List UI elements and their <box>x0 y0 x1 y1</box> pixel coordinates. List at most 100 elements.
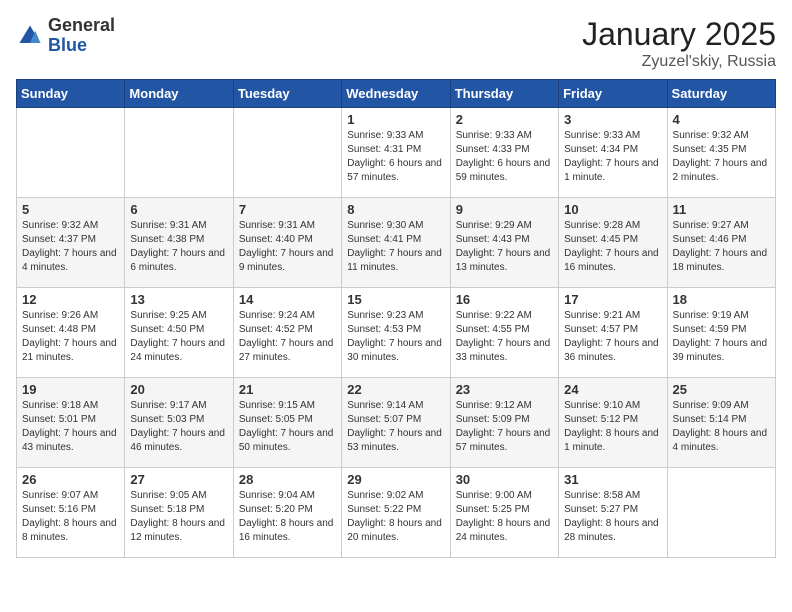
day-content: Sunrise: 9:00 AM Sunset: 5:25 PM Dayligh… <box>456 489 553 545</box>
calendar-week-row: 26Sunrise: 9:07 AM Sunset: 5:16 PM Dayli… <box>17 468 776 558</box>
day-content: Sunrise: 9:29 AM Sunset: 4:43 PM Dayligh… <box>456 219 553 275</box>
day-number: 19 <box>22 382 119 397</box>
day-number: 14 <box>239 292 336 307</box>
calendar-cell: 24 Sunrise: 9:10 AM Sunset: 5:12 PM Dayli… <box>559 378 667 468</box>
day-content: Sunrise: 9:30 AM Sunset: 4:41 PM Dayligh… <box>347 219 444 275</box>
calendar-cell: 6 Sunrise: 9:31 AM Sunset: 4:38 PM Daylig… <box>125 198 233 288</box>
day-number: 3 <box>564 112 661 127</box>
day-content: Sunrise: 9:26 AM Sunset: 4:48 PM Dayligh… <box>22 309 119 365</box>
calendar-cell: 3 Sunrise: 9:33 AM Sunset: 4:34 PM Daylig… <box>559 108 667 198</box>
day-number: 5 <box>22 202 119 217</box>
day-number: 4 <box>673 112 770 127</box>
day-number: 25 <box>673 382 770 397</box>
day-number: 26 <box>22 472 119 487</box>
day-content: Sunrise: 9:31 AM Sunset: 4:40 PM Dayligh… <box>239 219 336 275</box>
calendar-table: SundayMondayTuesdayWednesdayThursdayFrid… <box>16 79 776 558</box>
day-content: Sunrise: 8:58 AM Sunset: 5:27 PM Dayligh… <box>564 489 661 545</box>
calendar-cell <box>125 108 233 198</box>
calendar-cell: 5 Sunrise: 9:32 AM Sunset: 4:37 PM Daylig… <box>17 198 125 288</box>
calendar-cell: 22 Sunrise: 9:14 AM Sunset: 5:07 PM Dayli… <box>342 378 450 468</box>
calendar-week-row: 5 Sunrise: 9:32 AM Sunset: 4:37 PM Daylig… <box>17 198 776 288</box>
day-content: Sunrise: 9:33 AM Sunset: 4:31 PM Dayligh… <box>347 129 444 185</box>
calendar-cell: 20 Sunrise: 9:17 AM Sunset: 5:03 PM Dayli… <box>125 378 233 468</box>
day-content: Sunrise: 9:12 AM Sunset: 5:09 PM Dayligh… <box>456 399 553 455</box>
day-content: Sunrise: 9:32 AM Sunset: 4:37 PM Dayligh… <box>22 219 119 275</box>
calendar-cell: 23 Sunrise: 9:12 AM Sunset: 5:09 PM Dayli… <box>450 378 558 468</box>
day-number: 2 <box>456 112 553 127</box>
calendar-cell: 28 Sunrise: 9:04 AM Sunset: 5:20 PM Dayli… <box>233 468 341 558</box>
calendar-cell: 29 Sunrise: 9:02 AM Sunset: 5:22 PM Dayli… <box>342 468 450 558</box>
logo-blue: Blue <box>48 35 87 55</box>
calendar-cell: 15Sunrise: 9:23 AM Sunset: 4:53 PM Dayli… <box>342 288 450 378</box>
calendar-cell: 1 Sunrise: 9:33 AM Sunset: 4:31 PM Daylig… <box>342 108 450 198</box>
calendar-cell: 21 Sunrise: 9:15 AM Sunset: 5:05 PM Dayli… <box>233 378 341 468</box>
calendar-cell <box>667 468 775 558</box>
title-block: January 2025 Zyuzel'skiy, Russia <box>582 16 776 71</box>
day-content: Sunrise: 9:33 AM Sunset: 4:34 PM Dayligh… <box>564 129 661 185</box>
day-number: 20 <box>130 382 227 397</box>
calendar-body: 1 Sunrise: 9:33 AM Sunset: 4:31 PM Daylig… <box>17 108 776 558</box>
day-number: 1 <box>347 112 444 127</box>
calendar-week-row: 19 Sunrise: 9:18 AM Sunset: 5:01 PM Dayli… <box>17 378 776 468</box>
day-number: 10 <box>564 202 661 217</box>
calendar-subtitle: Zyuzel'skiy, Russia <box>582 53 776 71</box>
calendar-cell: 14Sunrise: 9:24 AM Sunset: 4:52 PM Dayli… <box>233 288 341 378</box>
day-content: Sunrise: 9:18 AM Sunset: 5:01 PM Dayligh… <box>22 399 119 455</box>
day-content: Sunrise: 9:10 AM Sunset: 5:12 PM Dayligh… <box>564 399 661 455</box>
day-number: 24 <box>564 382 661 397</box>
calendar-cell: 8 Sunrise: 9:30 AM Sunset: 4:41 PM Daylig… <box>342 198 450 288</box>
calendar-header-row: SundayMondayTuesdayWednesdayThursdayFrid… <box>17 80 776 108</box>
day-content: Sunrise: 9:17 AM Sunset: 5:03 PM Dayligh… <box>130 399 227 455</box>
day-number: 22 <box>347 382 444 397</box>
day-number: 21 <box>239 382 336 397</box>
day-content: Sunrise: 9:21 AM Sunset: 4:57 PM Dayligh… <box>564 309 661 365</box>
day-content: Sunrise: 9:32 AM Sunset: 4:35 PM Dayligh… <box>673 129 770 185</box>
calendar-header-cell: Wednesday <box>342 80 450 108</box>
logo-general: General <box>48 15 115 35</box>
calendar-cell: 9Sunrise: 9:29 AM Sunset: 4:43 PM Daylig… <box>450 198 558 288</box>
calendar-cell: 7 Sunrise: 9:31 AM Sunset: 4:40 PM Daylig… <box>233 198 341 288</box>
calendar-header-cell: Saturday <box>667 80 775 108</box>
day-content: Sunrise: 9:22 AM Sunset: 4:55 PM Dayligh… <box>456 309 553 365</box>
day-number: 8 <box>347 202 444 217</box>
day-number: 17 <box>564 292 661 307</box>
calendar-cell: 10 Sunrise: 9:28 AM Sunset: 4:45 PM Dayli… <box>559 198 667 288</box>
calendar-cell: 16Sunrise: 9:22 AM Sunset: 4:55 PM Dayli… <box>450 288 558 378</box>
calendar-title: January 2025 <box>582 16 776 53</box>
day-number: 30 <box>456 472 553 487</box>
calendar-cell: 13 Sunrise: 9:25 AM Sunset: 4:50 PM Dayli… <box>125 288 233 378</box>
day-content: Sunrise: 9:33 AM Sunset: 4:33 PM Dayligh… <box>456 129 553 185</box>
day-number: 23 <box>456 382 553 397</box>
calendar-cell: 27Sunrise: 9:05 AM Sunset: 5:18 PM Dayli… <box>125 468 233 558</box>
logo-text: General Blue <box>48 16 115 56</box>
day-number: 29 <box>347 472 444 487</box>
day-content: Sunrise: 9:31 AM Sunset: 4:38 PM Dayligh… <box>130 219 227 275</box>
calendar-cell: 25Sunrise: 9:09 AM Sunset: 5:14 PM Dayli… <box>667 378 775 468</box>
day-number: 6 <box>130 202 227 217</box>
calendar-cell: 26Sunrise: 9:07 AM Sunset: 5:16 PM Dayli… <box>17 468 125 558</box>
day-content: Sunrise: 9:15 AM Sunset: 5:05 PM Dayligh… <box>239 399 336 455</box>
calendar-cell: 19 Sunrise: 9:18 AM Sunset: 5:01 PM Dayli… <box>17 378 125 468</box>
day-content: Sunrise: 9:04 AM Sunset: 5:20 PM Dayligh… <box>239 489 336 545</box>
day-content: Sunrise: 9:27 AM Sunset: 4:46 PM Dayligh… <box>673 219 770 275</box>
day-number: 7 <box>239 202 336 217</box>
calendar-header-cell: Sunday <box>17 80 125 108</box>
day-number: 18 <box>673 292 770 307</box>
calendar-cell <box>17 108 125 198</box>
calendar-cell: 18Sunrise: 9:19 AM Sunset: 4:59 PM Dayli… <box>667 288 775 378</box>
day-content: Sunrise: 9:23 AM Sunset: 4:53 PM Dayligh… <box>347 309 444 365</box>
calendar-week-row: 1 Sunrise: 9:33 AM Sunset: 4:31 PM Daylig… <box>17 108 776 198</box>
day-content: Sunrise: 9:28 AM Sunset: 4:45 PM Dayligh… <box>564 219 661 275</box>
calendar-cell: 12 Sunrise: 9:26 AM Sunset: 4:48 PM Dayli… <box>17 288 125 378</box>
calendar-header-cell: Tuesday <box>233 80 341 108</box>
day-content: Sunrise: 9:14 AM Sunset: 5:07 PM Dayligh… <box>347 399 444 455</box>
day-content: Sunrise: 9:02 AM Sunset: 5:22 PM Dayligh… <box>347 489 444 545</box>
day-number: 28 <box>239 472 336 487</box>
day-number: 13 <box>130 292 227 307</box>
calendar-header-cell: Friday <box>559 80 667 108</box>
day-number: 12 <box>22 292 119 307</box>
day-number: 11 <box>673 202 770 217</box>
calendar-cell: 11 Sunrise: 9:27 AM Sunset: 4:46 PM Dayli… <box>667 198 775 288</box>
day-content: Sunrise: 9:25 AM Sunset: 4:50 PM Dayligh… <box>130 309 227 365</box>
calendar-cell: 31Sunrise: 8:58 AM Sunset: 5:27 PM Dayli… <box>559 468 667 558</box>
